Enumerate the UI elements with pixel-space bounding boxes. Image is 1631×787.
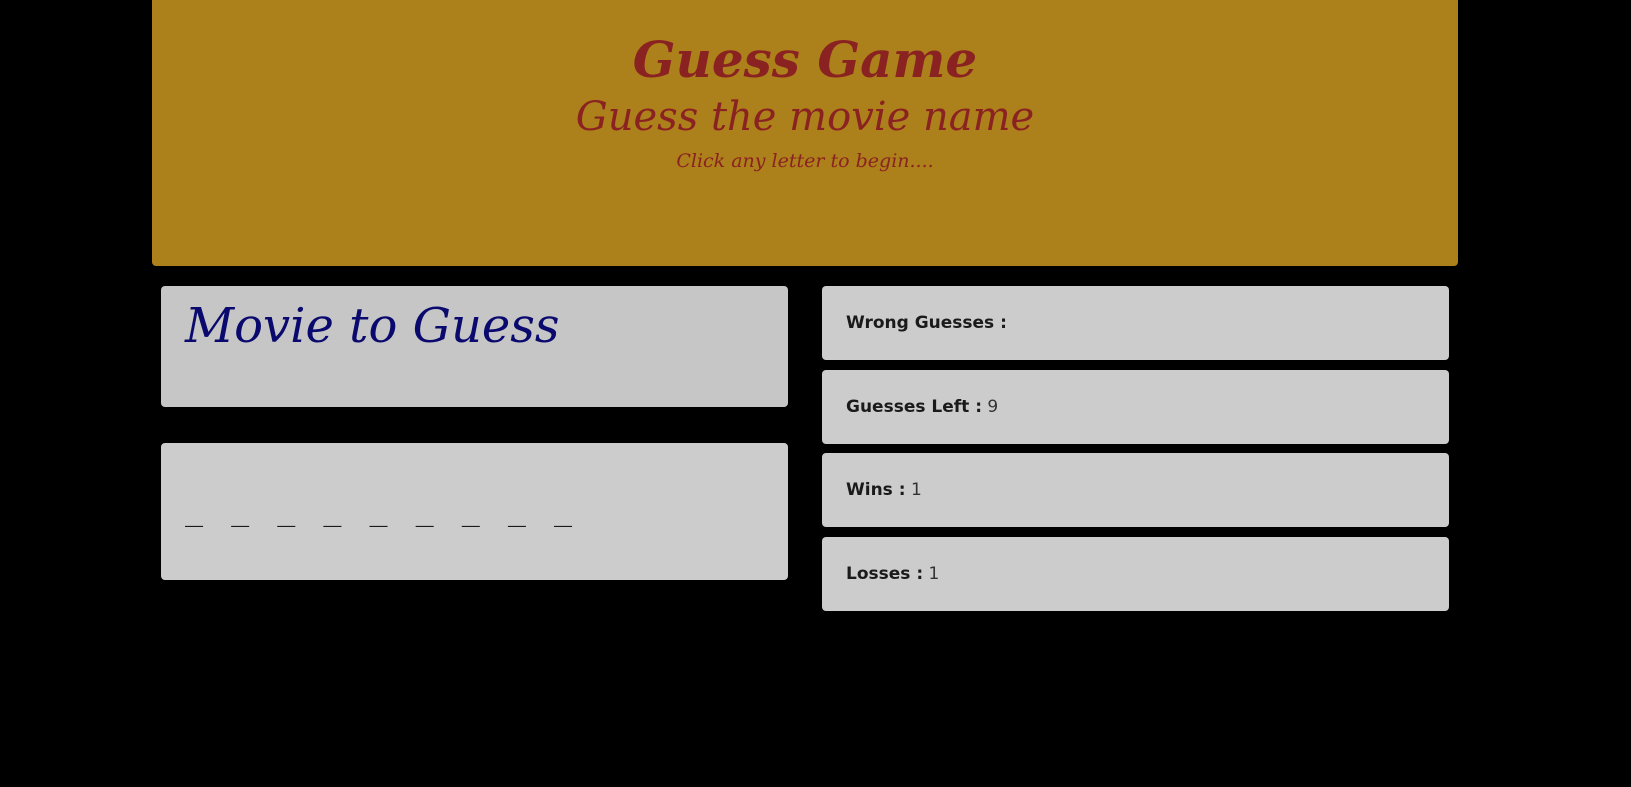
game-subtitle: Guess the movie name [575, 94, 1035, 140]
word-blanks: _ _ _ _ _ _ _ _ _ [185, 493, 578, 528]
game-title: Guess Game [632, 30, 978, 89]
instruction-text: Click any letter to begin.... [676, 150, 934, 172]
wins-panel: Wins : 1 [822, 453, 1449, 527]
guesses-left-value: 9 [987, 397, 999, 417]
header-jumbotron: Guess Game Guess the movie name Click an… [152, 0, 1458, 266]
guesses-left-panel: Guesses Left : 9 [822, 370, 1449, 444]
wins-value: 1 [910, 480, 922, 500]
wrong-guesses-label: Wrong Guesses : [846, 313, 1007, 333]
losses-panel: Losses : 1 [822, 537, 1449, 611]
word-blanks-panel: _ _ _ _ _ _ _ _ _ [161, 443, 788, 580]
losses-label: Losses : [846, 564, 924, 584]
losses-value: 1 [928, 564, 940, 584]
wrong-guesses-panel: Wrong Guesses : [822, 286, 1449, 360]
wins-label: Wins : [846, 480, 906, 500]
movie-to-guess-heading: Movie to Guess [185, 298, 560, 354]
movie-to-guess-panel: Movie to Guess [161, 286, 788, 407]
guesses-left-label: Guesses Left : [846, 397, 982, 417]
